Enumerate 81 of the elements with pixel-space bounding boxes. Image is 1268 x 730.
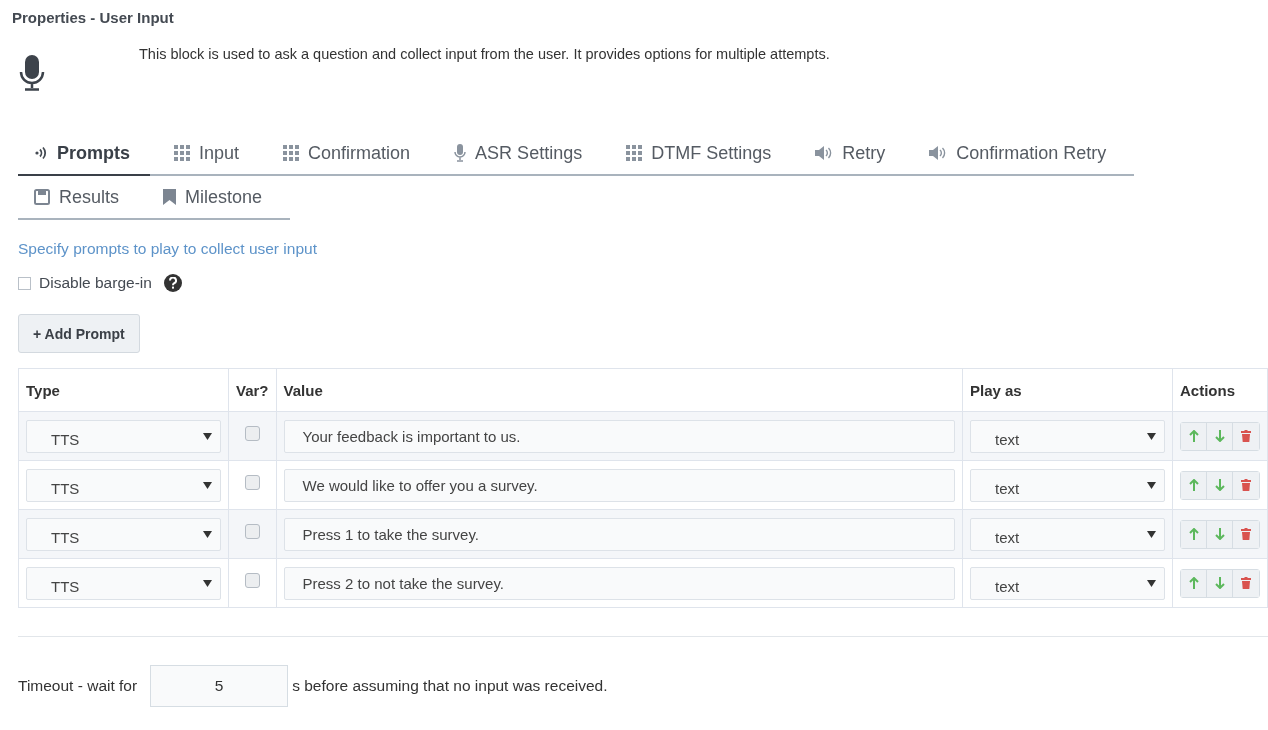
column-header: Type (26, 381, 60, 399)
value-field[interactable]: Press 1 to take the survey. (283, 517, 955, 551)
tab[interactable]: Input (158, 132, 260, 176)
checkbox[interactable] (244, 523, 260, 539)
type-dropdown[interactable]: TTS (26, 419, 221, 453)
up-arrow-icon (1188, 528, 1199, 540)
checkbox[interactable] (18, 276, 31, 290)
delete-button[interactable] (1233, 569, 1259, 597)
checkbox[interactable] (244, 425, 260, 441)
value-field[interactable]: Press 2 to not take the survey. (283, 566, 955, 600)
trash-icon (1241, 528, 1251, 540)
move-down-button[interactable] (1207, 569, 1233, 597)
tab[interactable]: Confirmation (267, 132, 431, 176)
microphone-icon (454, 144, 467, 162)
play-as-dropdown[interactable]: text (970, 566, 1165, 600)
checkbox[interactable] (244, 572, 260, 588)
caret-icon (1147, 432, 1156, 440)
column-header: Var? (236, 381, 269, 399)
play-as-dropdown[interactable]: text (970, 517, 1165, 551)
down-arrow-icon (1214, 528, 1225, 540)
delete-button[interactable] (1233, 422, 1259, 450)
speaker-icon (815, 146, 834, 160)
column-header: Play as (970, 381, 1022, 399)
move-up-button[interactable] (1181, 471, 1207, 499)
caret-icon (203, 481, 212, 489)
tab[interactable]: Prompts (18, 132, 150, 176)
speaker-icon (929, 146, 948, 160)
down-arrow-icon (1214, 577, 1225, 589)
caret-icon (1147, 481, 1156, 489)
sound-wave-icon (34, 146, 48, 160)
column-header: Value (283, 381, 323, 399)
trash-icon (1241, 430, 1251, 442)
timeout-label: s before assuming that no input was received. (292, 677, 608, 695)
microphone-icon (19, 55, 45, 91)
panel-title: Properties - User Input (12, 9, 175, 26)
type-dropdown[interactable]: TTS (26, 566, 221, 600)
value-field[interactable]: We would like to offer you a survey. (283, 468, 955, 502)
block-description: This block is used to ask a question and collect input from the user. It provides options for multiple attempts. (139, 46, 830, 62)
play-as-dropdown[interactable]: text (970, 419, 1165, 453)
trash-icon (1241, 577, 1251, 589)
move-down-button[interactable] (1207, 422, 1233, 450)
checkbox[interactable] (244, 474, 260, 490)
timeout-label: Timeout - wait for (18, 677, 138, 695)
caret-icon (203, 579, 212, 587)
down-arrow-icon (1214, 479, 1225, 491)
caret-icon (1147, 530, 1156, 538)
help-icon[interactable] (163, 274, 182, 292)
tab[interactable]: Milestone (147, 176, 283, 220)
caret-icon (203, 530, 212, 538)
play-as-dropdown[interactable]: text (970, 468, 1165, 502)
tab[interactable]: Retry (799, 132, 906, 176)
move-up-button[interactable] (1181, 520, 1207, 548)
add-prompt-button[interactable]: + Add Prompt (18, 314, 140, 353)
grid-icon (174, 145, 190, 161)
move-up-button[interactable] (1181, 569, 1207, 597)
tab[interactable]: DTMF Settings (610, 132, 792, 176)
grid-icon (626, 145, 643, 161)
bookmark-icon (163, 189, 177, 205)
caret-icon (203, 432, 212, 440)
trash-icon (1241, 479, 1251, 491)
down-arrow-icon (1214, 430, 1225, 442)
value-field[interactable]: Your feedback is important to us. (283, 419, 955, 453)
up-arrow-icon (1188, 577, 1199, 589)
type-dropdown[interactable]: TTS (26, 517, 221, 551)
move-down-button[interactable] (1207, 520, 1233, 548)
type-dropdown[interactable]: TTS (26, 468, 221, 502)
checkbox-label: Disable barge-in (39, 274, 152, 292)
move-up-button[interactable] (1181, 422, 1207, 450)
column-header: Actions (1180, 381, 1235, 399)
grid-icon (283, 145, 300, 161)
up-arrow-icon (1188, 430, 1199, 442)
caret-icon (1147, 579, 1156, 587)
section-hint: Specify prompts to play to collect user input (18, 240, 318, 258)
delete-button[interactable] (1233, 471, 1259, 499)
tab[interactable]: ASR Settings (438, 132, 603, 176)
tab[interactable]: Results (18, 176, 140, 220)
move-down-button[interactable] (1207, 471, 1233, 499)
up-arrow-icon (1188, 479, 1199, 491)
tab[interactable]: Confirmation Retry (913, 132, 1127, 176)
delete-button[interactable] (1233, 520, 1259, 548)
timeout-field[interactable]: 5 (150, 665, 289, 707)
